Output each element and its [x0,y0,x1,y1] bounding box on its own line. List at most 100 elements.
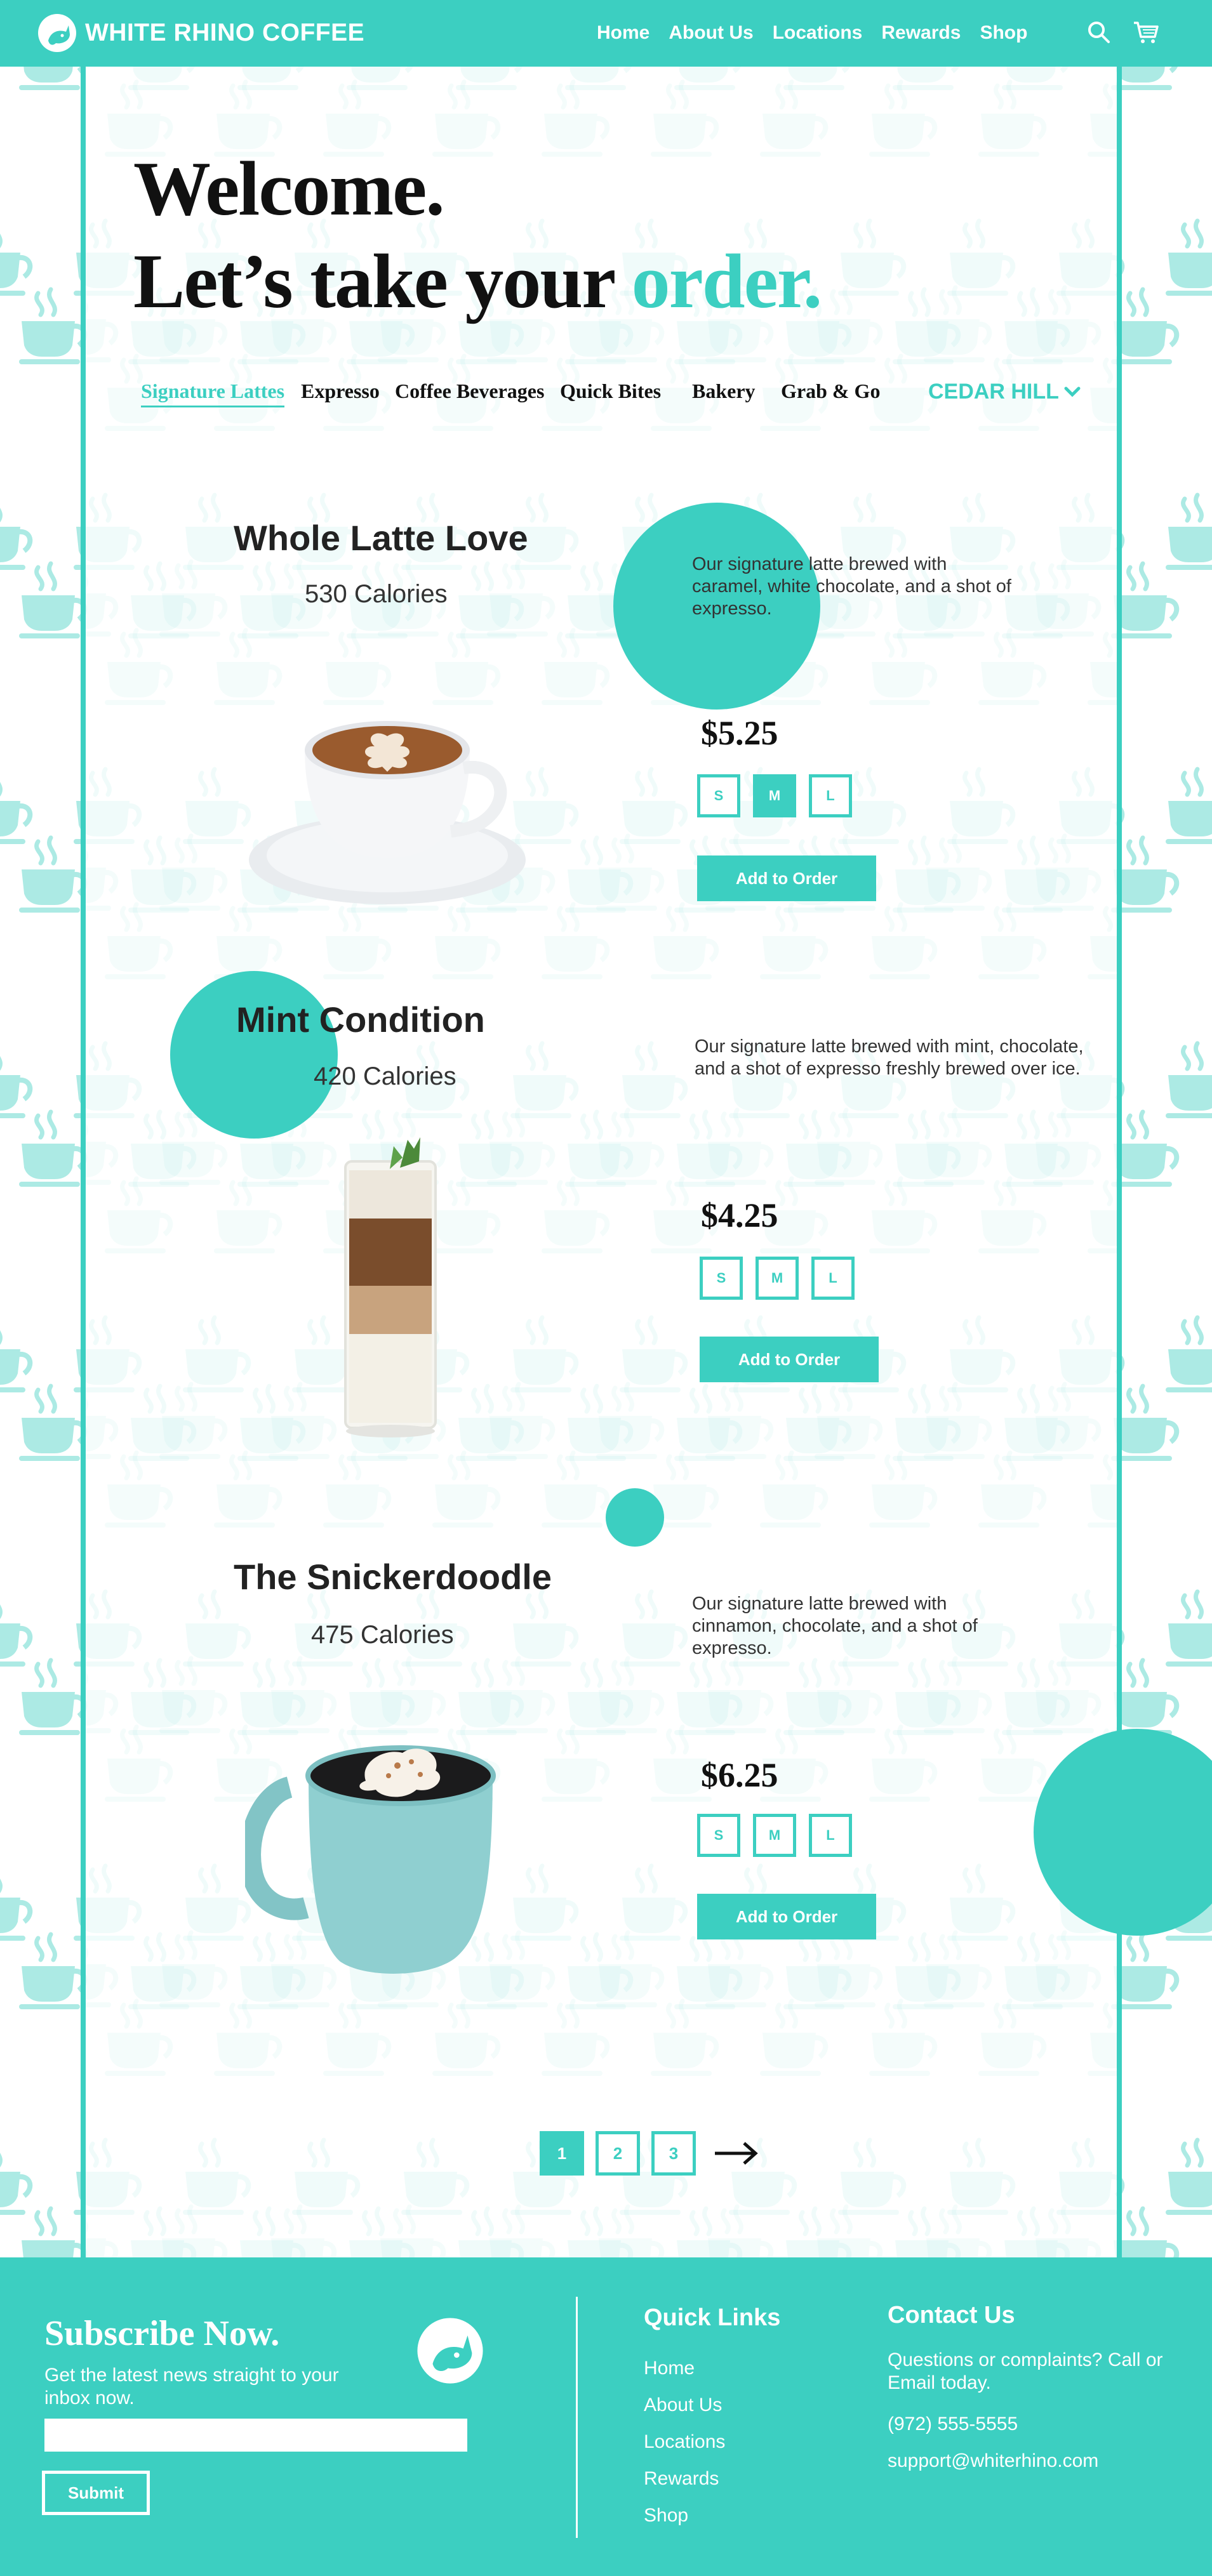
header-icons [1084,18,1178,47]
tab-expresso[interactable]: Expresso [301,380,380,403]
add-to-order-button[interactable]: Add to Order [697,855,876,901]
coffee-cup-pattern-icon [596,1930,665,2007]
item-description: Our signature latte brewed with caramel,… [692,554,1011,619]
size-small[interactable]: S [697,774,740,817]
coffee-cup-pattern-icon [708,2204,774,2257]
location-label: CEDAR HILL [928,380,1059,404]
coffee-cup-pattern-icon [1033,1107,1102,1185]
coffee-cup-pattern-icon [214,1176,283,1253]
coffee-cup-pattern-icon [0,508,33,570]
email-input[interactable] [44,2419,467,2452]
submit-button[interactable]: Submit [42,2471,150,2515]
coffee-cup-pattern-icon [1033,833,1102,911]
nav-about-us[interactable]: About Us [669,19,753,47]
contact-phone[interactable]: (972) 555-5555 [888,2414,1018,2435]
tab-bakery[interactable]: Bakery [692,380,756,403]
coffee-cup-pattern-icon [86,300,119,362]
coffee-cup-pattern-icon [159,559,228,637]
hero-line-2-accent: order. [631,239,823,324]
nav-rewards[interactable]: Rewards [881,19,961,47]
tab-quick-bites[interactable]: Quick Bites [560,380,661,403]
add-to-order-button[interactable]: Add to Order [697,1894,876,1939]
search-icon[interactable] [1084,18,1114,47]
coffee-cup-pattern-icon [159,1930,228,2007]
coffee-cup-pattern-icon [978,902,1047,979]
coffee-cup-pattern-icon [705,1107,774,1185]
size-small[interactable]: S [700,1257,743,1300]
coffee-cup-pattern-icon [159,1382,228,1459]
coffee-cup-pattern-icon [815,1656,883,1733]
coffee-cup-pattern-icon [542,1450,610,1528]
nav-home[interactable]: Home [597,19,649,47]
coffee-cup-pattern-icon [86,2219,119,2257]
coffee-cup-pattern-icon [978,1450,1047,1528]
item-calories: 420 Calories [314,1062,456,1090]
coffee-cup-pattern-icon [1088,82,1117,157]
item-price: $5.25 [701,714,778,752]
page-2-button[interactable]: 2 [596,2131,640,2176]
coffee-cup-pattern-icon [105,902,173,979]
coffee-cup-pattern-icon [0,1056,33,1118]
coffee-cup-pattern-icon [1088,1453,1117,1528]
footer-link-rewards[interactable]: Rewards [644,2460,725,2497]
coffee-cup-pattern-icon [869,1176,938,1253]
coffee-cup-pattern-icon [924,1656,992,1733]
coffee-cup-pattern-icon [19,1384,88,1461]
coffee-cup-pattern-icon [1033,559,1102,637]
coffee-cup-pattern-icon [596,1656,665,1733]
coffee-cup-pattern-icon [542,1724,610,1802]
tab-coffee-beverages[interactable]: Coffee Beverages [395,380,544,403]
subscribe-text: Get the latest news straight to your inb… [44,2365,339,2408]
coffee-cup-pattern-icon [86,1945,119,2007]
size-large[interactable]: L [809,774,852,817]
footer-link-home[interactable]: Home [644,2350,725,2387]
coffee-cup-pattern-icon [487,559,556,637]
chevron-down-icon [1064,386,1081,397]
size-medium[interactable]: M [753,774,796,817]
coffee-cup-pattern-icon [378,1656,446,1733]
coffee-cup-pattern-icon [380,2204,446,2257]
coffee-cup-pattern-icon [924,1107,992,1185]
tab-signature-lattes[interactable]: Signature Lattes [141,380,285,407]
item-name: Whole Latte Love [234,518,528,558]
size-medium[interactable]: M [753,1814,796,1857]
size-large[interactable]: L [809,1814,852,1857]
page-1-button[interactable]: 1 [540,2131,584,2176]
snickerdoodle-mug-photo [245,1745,496,1974]
coffee-cup-pattern-icon [1166,1589,1212,1667]
size-large[interactable]: L [811,1257,855,1300]
tab-grab-and-go[interactable]: Grab & Go [781,380,880,403]
coffee-cup-pattern-icon [0,234,33,296]
brand-logo[interactable]: WHITE RHINO COFFEE [37,13,364,53]
coffee-cup-pattern-icon [86,574,119,637]
coffee-cup-pattern-icon [1166,1041,1212,1118]
coffee-cup-pattern-icon [19,1109,88,1187]
footer-link-shop[interactable]: Shop [644,2497,725,2534]
size-small[interactable]: S [697,1814,740,1857]
footer-link-locations[interactable]: Locations [644,2424,725,2460]
iced-latte-glass-photo [344,1137,437,1437]
coffee-cup-pattern-icon [542,628,610,705]
page-3-button[interactable]: 3 [651,2131,696,2176]
arrow-right-icon[interactable] [714,2141,759,2166]
coffee-cup-pattern-icon [1088,2001,1117,2076]
hero-line-1: Welcome. [133,146,445,232]
contact-email[interactable]: support@whiterhino.com [888,2450,1098,2472]
footer-link-about-us[interactable]: About Us [644,2387,725,2424]
nav-locations[interactable]: Locations [773,19,863,47]
item-price: $6.25 [701,1756,778,1794]
size-medium[interactable]: M [756,1257,799,1300]
coffee-cup-pattern-icon [1036,2204,1102,2257]
nav-shop[interactable]: Shop [980,19,1027,47]
coffee-cup-pattern-icon [19,561,88,638]
cart-icon[interactable] [1131,18,1161,47]
location-selector[interactable]: CEDAR HILL [928,380,1081,404]
coffee-cup-pattern-icon [760,1998,829,2076]
quick-links-list: Home About Us Locations Rewards Shop [644,2350,725,2534]
contact-text: Questions or complaints? Call or Email t… [888,2349,1163,2393]
coffee-cup-pattern-icon [760,1450,829,1528]
latte-cup-photo [249,721,526,904]
coffee-cup-pattern-icon [105,628,173,705]
add-to-order-button[interactable]: Add to Order [700,1337,879,1382]
site-header: WHITE RHINO COFFEE Home About Us Locatio… [0,0,1212,67]
